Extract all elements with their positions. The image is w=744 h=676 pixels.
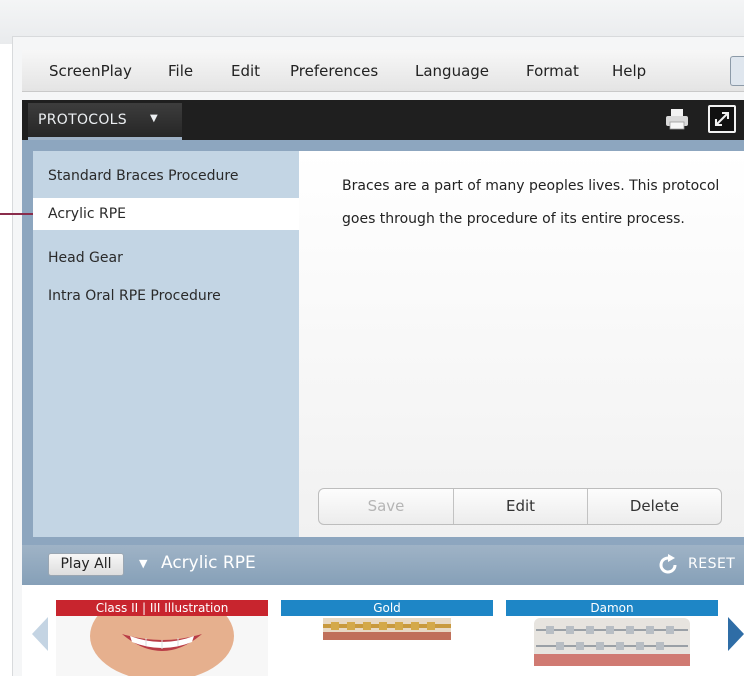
menu-file[interactable]: File [168,62,193,80]
protocol-item-acrylic-rpe[interactable]: Acrylic RPE [33,198,299,230]
scroll-right-icon[interactable] [728,617,744,651]
save-button[interactable]: Save [319,489,453,524]
thumb-label: Gold [281,600,493,616]
protocol-details: Braces are a part of many peoples lives.… [299,151,744,537]
protocols-dropdown[interactable]: PROTOCOLS ▼ [28,103,182,140]
damon-braces-image [506,616,718,676]
reset-button[interactable]: RESET [688,556,735,572]
protocol-list: Standard Braces Procedure Acrylic RPE He… [33,151,299,537]
play-all-button[interactable]: Play All [48,553,124,576]
protocol-item-standard-braces[interactable]: Standard Braces Procedure [33,160,299,192]
protocol-actions: Save Edit Delete [318,488,722,525]
protocol-item-head-gear[interactable]: Head Gear [33,242,299,274]
menu-bar: ScreenPlay File Edit Preferences Languag… [22,50,744,92]
current-protocol-label: Acrylic RPE [161,553,256,573]
thumb-label: Class II | III Illustration [56,600,268,616]
expand-icon[interactable] [708,105,736,133]
window-control-icon[interactable] [730,56,744,86]
media-thumb-gold[interactable]: Gold [281,600,493,676]
media-thumb-class-illustration[interactable]: Class II | III Illustration [56,600,268,676]
menu-help[interactable]: Help [612,62,646,80]
print-icon[interactable] [665,108,689,130]
menu-language[interactable]: Language [415,62,489,80]
menu-format[interactable]: Format [526,62,579,80]
menu-screenplay[interactable]: ScreenPlay [49,62,132,80]
playback-bar [22,545,744,585]
delete-button[interactable]: Delete [588,489,721,524]
edit-button[interactable]: Edit [454,489,587,524]
thumb-label: Damon [506,600,718,616]
menu-edit[interactable]: Edit [231,62,260,80]
protocols-label: PROTOCOLS [38,112,127,128]
menu-preferences[interactable]: Preferences [290,62,378,80]
protocol-item-intra-oral-rpe[interactable]: Intra Oral RPE Procedure [33,280,299,312]
smile-illustration [56,616,268,676]
collapse-arrow-icon[interactable]: ▼ [139,557,147,570]
media-thumb-damon[interactable]: Damon [506,600,718,676]
reset-icon[interactable] [656,553,680,577]
protocol-description: Braces are a part of many peoples lives.… [342,178,720,227]
dropdown-arrow-icon: ▼ [150,113,158,124]
callout-line [0,213,33,215]
scroll-left-icon[interactable] [32,617,48,651]
gold-braces-image [281,616,493,676]
